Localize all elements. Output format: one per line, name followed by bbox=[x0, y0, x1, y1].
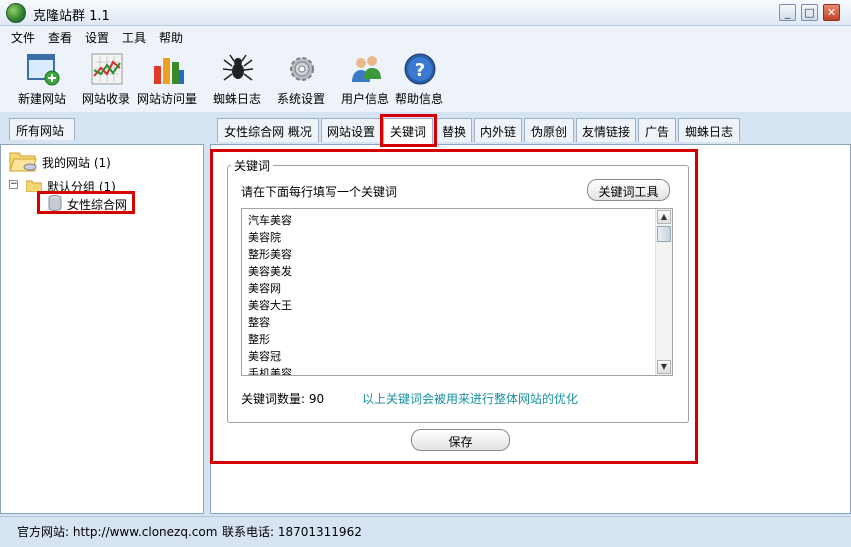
tab-spider-log[interactable]: 蜘蛛日志 bbox=[678, 118, 740, 142]
sidebar-header: 所有网站 bbox=[0, 112, 206, 144]
toolbar-label: 网站访问量 bbox=[137, 92, 198, 106]
toolbar-label: 新建网站 bbox=[18, 92, 67, 106]
title-bar: 克隆站群 1.1 _ □ ✕ bbox=[0, 0, 851, 26]
toolbar-label: 用户信息 bbox=[341, 92, 390, 106]
menu-settings[interactable]: 设置 bbox=[85, 29, 109, 46]
window-title: 克隆站群 1.1 bbox=[33, 9, 110, 24]
highlight-frame bbox=[380, 114, 437, 147]
menu-tools[interactable]: 工具 bbox=[122, 29, 146, 46]
toolbar-label: 帮助信息 bbox=[395, 92, 444, 106]
site-traffic-button[interactable]: 网站访问量 bbox=[137, 50, 199, 108]
toolbar-label: 蜘蛛日志 bbox=[213, 92, 262, 106]
help-icon: ? bbox=[404, 53, 436, 85]
toolbar: 新建网站 网站收录 网站访问量 蜘蛛日志 系统设置 用户信息 ? 帮助信息 bbox=[0, 48, 851, 112]
menu-bar: 文件 查看 设置 工具 帮助 bbox=[0, 26, 851, 48]
highlight-frame bbox=[210, 149, 698, 464]
tab-all-sites[interactable]: 所有网站 bbox=[9, 118, 75, 140]
spider-icon bbox=[222, 54, 254, 81]
users-icon bbox=[352, 56, 381, 82]
toolbar-label: 系统设置 bbox=[277, 92, 326, 106]
index-chart-icon bbox=[91, 53, 123, 85]
tab-site-settings[interactable]: 网站设置 bbox=[321, 118, 381, 142]
new-site-button[interactable]: 新建网站 bbox=[18, 50, 68, 108]
tab-pseudo-original[interactable]: 伪原创 bbox=[524, 118, 574, 142]
tree-root-label[interactable]: 我的网站 (1) bbox=[42, 154, 111, 171]
site-index-button[interactable]: 网站收录 bbox=[82, 50, 132, 108]
status-phone: 联系电话: 18701311962 bbox=[222, 525, 362, 539]
user-info-button[interactable]: 用户信息 bbox=[341, 50, 391, 108]
status-website: 官方网站: http://www.clonezq.com bbox=[17, 525, 218, 539]
menu-file[interactable]: 文件 bbox=[11, 29, 35, 46]
collapse-toggle[interactable]: − bbox=[9, 180, 18, 189]
system-settings-button[interactable]: 系统设置 bbox=[277, 50, 327, 108]
help-info-button[interactable]: ? 帮助信息 bbox=[395, 50, 445, 108]
tab-links[interactable]: 内外链 bbox=[474, 118, 522, 142]
app-globe-icon bbox=[6, 3, 26, 23]
highlight-frame bbox=[37, 191, 135, 214]
spider-log-button[interactable]: 蜘蛛日志 bbox=[213, 50, 263, 108]
new-site-icon bbox=[27, 54, 60, 86]
tab-friend-links[interactable]: 友情链接 bbox=[576, 118, 636, 142]
bar-chart-icon bbox=[154, 58, 184, 84]
minimize-button[interactable]: _ bbox=[779, 4, 796, 21]
toolbar-label: 网站收录 bbox=[82, 92, 131, 106]
close-button[interactable]: ✕ bbox=[823, 4, 840, 21]
menu-help[interactable]: 帮助 bbox=[159, 29, 183, 46]
tab-replace[interactable]: 替换 bbox=[436, 118, 472, 142]
svg-text:?: ? bbox=[415, 60, 425, 81]
gear-icon bbox=[290, 57, 314, 81]
status-bar: 官方网站: http://www.clonezq.com 联系电话: 18701… bbox=[0, 516, 851, 547]
tab-overview[interactable]: 女性综合网 概况 bbox=[217, 118, 319, 142]
open-folder-icon bbox=[9, 152, 37, 172]
maximize-button[interactable]: □ bbox=[801, 4, 818, 21]
menu-view[interactable]: 查看 bbox=[48, 29, 72, 46]
tab-ads[interactable]: 广告 bbox=[638, 118, 676, 142]
